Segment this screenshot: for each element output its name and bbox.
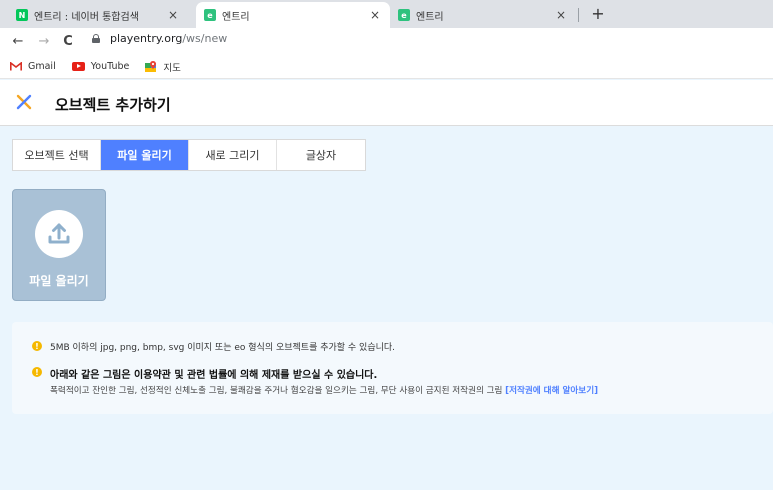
notice-row-restriction: ! 아래와 같은 그림은 이용약관 및 관련 법률에 의해 제재를 받으실 수 …: [32, 366, 598, 396]
new-tab-button[interactable]: +: [588, 4, 608, 23]
address-bar[interactable]: playentry.org/ws/new: [92, 32, 227, 45]
gmail-icon: [10, 62, 22, 71]
upload-file-button[interactable]: 파일 올리기: [12, 189, 106, 301]
reload-icon[interactable]: C: [58, 34, 78, 49]
bookmark-label: YouTube: [90, 61, 130, 72]
forward-icon[interactable]: →: [34, 34, 54, 49]
tab-close-icon[interactable]: ×: [368, 8, 382, 22]
tab-textbox[interactable]: 글상자: [277, 140, 365, 170]
tab-close-icon[interactable]: ×: [166, 8, 180, 22]
warning-icon: !: [32, 341, 42, 351]
tab-title: 엔트리: [222, 11, 250, 23]
url-host: playentry.org: [110, 32, 183, 45]
bookmark-gmail[interactable]: Gmail: [10, 61, 56, 72]
warning-icon: !: [32, 367, 42, 377]
tab-select-object[interactable]: 오브젝트 선택: [13, 140, 101, 170]
tab-title: 엔트리 : 네이버 통합검색: [34, 11, 139, 23]
tab-close-icon[interactable]: ×: [554, 8, 568, 22]
naver-icon: N: [16, 9, 28, 21]
bookmarks-bar: Gmail YouTube 지도: [0, 55, 773, 79]
browser-tab-naver[interactable]: N 엔트리 : 네이버 통합검색 ×: [8, 2, 188, 28]
notice-restriction-title: 아래와 같은 그림은 이용약관 및 관련 법률에 의해 제재를 받으실 수 있습…: [50, 370, 378, 381]
copyright-link[interactable]: [저작권에 대해 알아보기]: [505, 386, 598, 396]
notice-format-text: 5MB 이하의 jpg, png, bmp, svg 이미지 또는 eo 형식의…: [50, 343, 396, 353]
notice-restriction-text: 폭력적이고 잔인한 그림, 선정적인 신체노출 그림, 불쾌감을 주거나 혐오감…: [50, 386, 503, 396]
browser-tab-strip: N 엔트리 : 네이버 통합검색 × e 엔트리 × e 엔트리 × +: [0, 0, 773, 28]
notice-restriction-detail: 폭력적이고 잔인한 그림, 선정적인 신체노출 그림, 불쾌감을 주거나 혐오감…: [50, 384, 598, 396]
bookmark-label: 지도: [163, 62, 181, 74]
entry-icon: e: [398, 9, 410, 21]
browser-tab-entry[interactable]: e 엔트리 ×: [390, 2, 576, 28]
browser-tab-entry-active[interactable]: e 엔트리 ×: [196, 2, 390, 28]
entry-icon: e: [204, 9, 216, 21]
bookmark-label: Gmail: [28, 61, 56, 72]
tab-divider: [578, 8, 579, 22]
object-tab-bar: 오브젝트 선택 파일 올리기 새로 그리기 글상자: [12, 139, 366, 171]
maps-icon: [145, 60, 157, 72]
tab-title: 엔트리: [416, 11, 444, 23]
notice-row-format: ! 5MB 이하의 jpg, png, bmp, svg 이미지 또는 eo 형…: [32, 340, 395, 353]
page-title: 오브젝트 추가하기: [55, 96, 171, 114]
upload-icon: [48, 223, 70, 244]
close-icon[interactable]: [14, 92, 34, 112]
back-icon[interactable]: ←: [8, 34, 28, 49]
upload-notice: ! 5MB 이하의 jpg, png, bmp, svg 이미지 또는 eo 형…: [12, 322, 773, 414]
upload-label: 파일 올리기: [29, 274, 89, 288]
lock-icon: [92, 34, 100, 43]
youtube-icon: [71, 62, 85, 71]
bookmark-maps[interactable]: 지도: [145, 60, 181, 74]
tab-new-drawing[interactable]: 새로 그리기: [189, 140, 277, 170]
url-path: /ws/new: [182, 32, 228, 45]
tab-upload-file[interactable]: 파일 올리기: [101, 140, 189, 170]
upload-icon-circle: [35, 210, 83, 258]
bookmark-youtube[interactable]: YouTube: [71, 61, 130, 72]
